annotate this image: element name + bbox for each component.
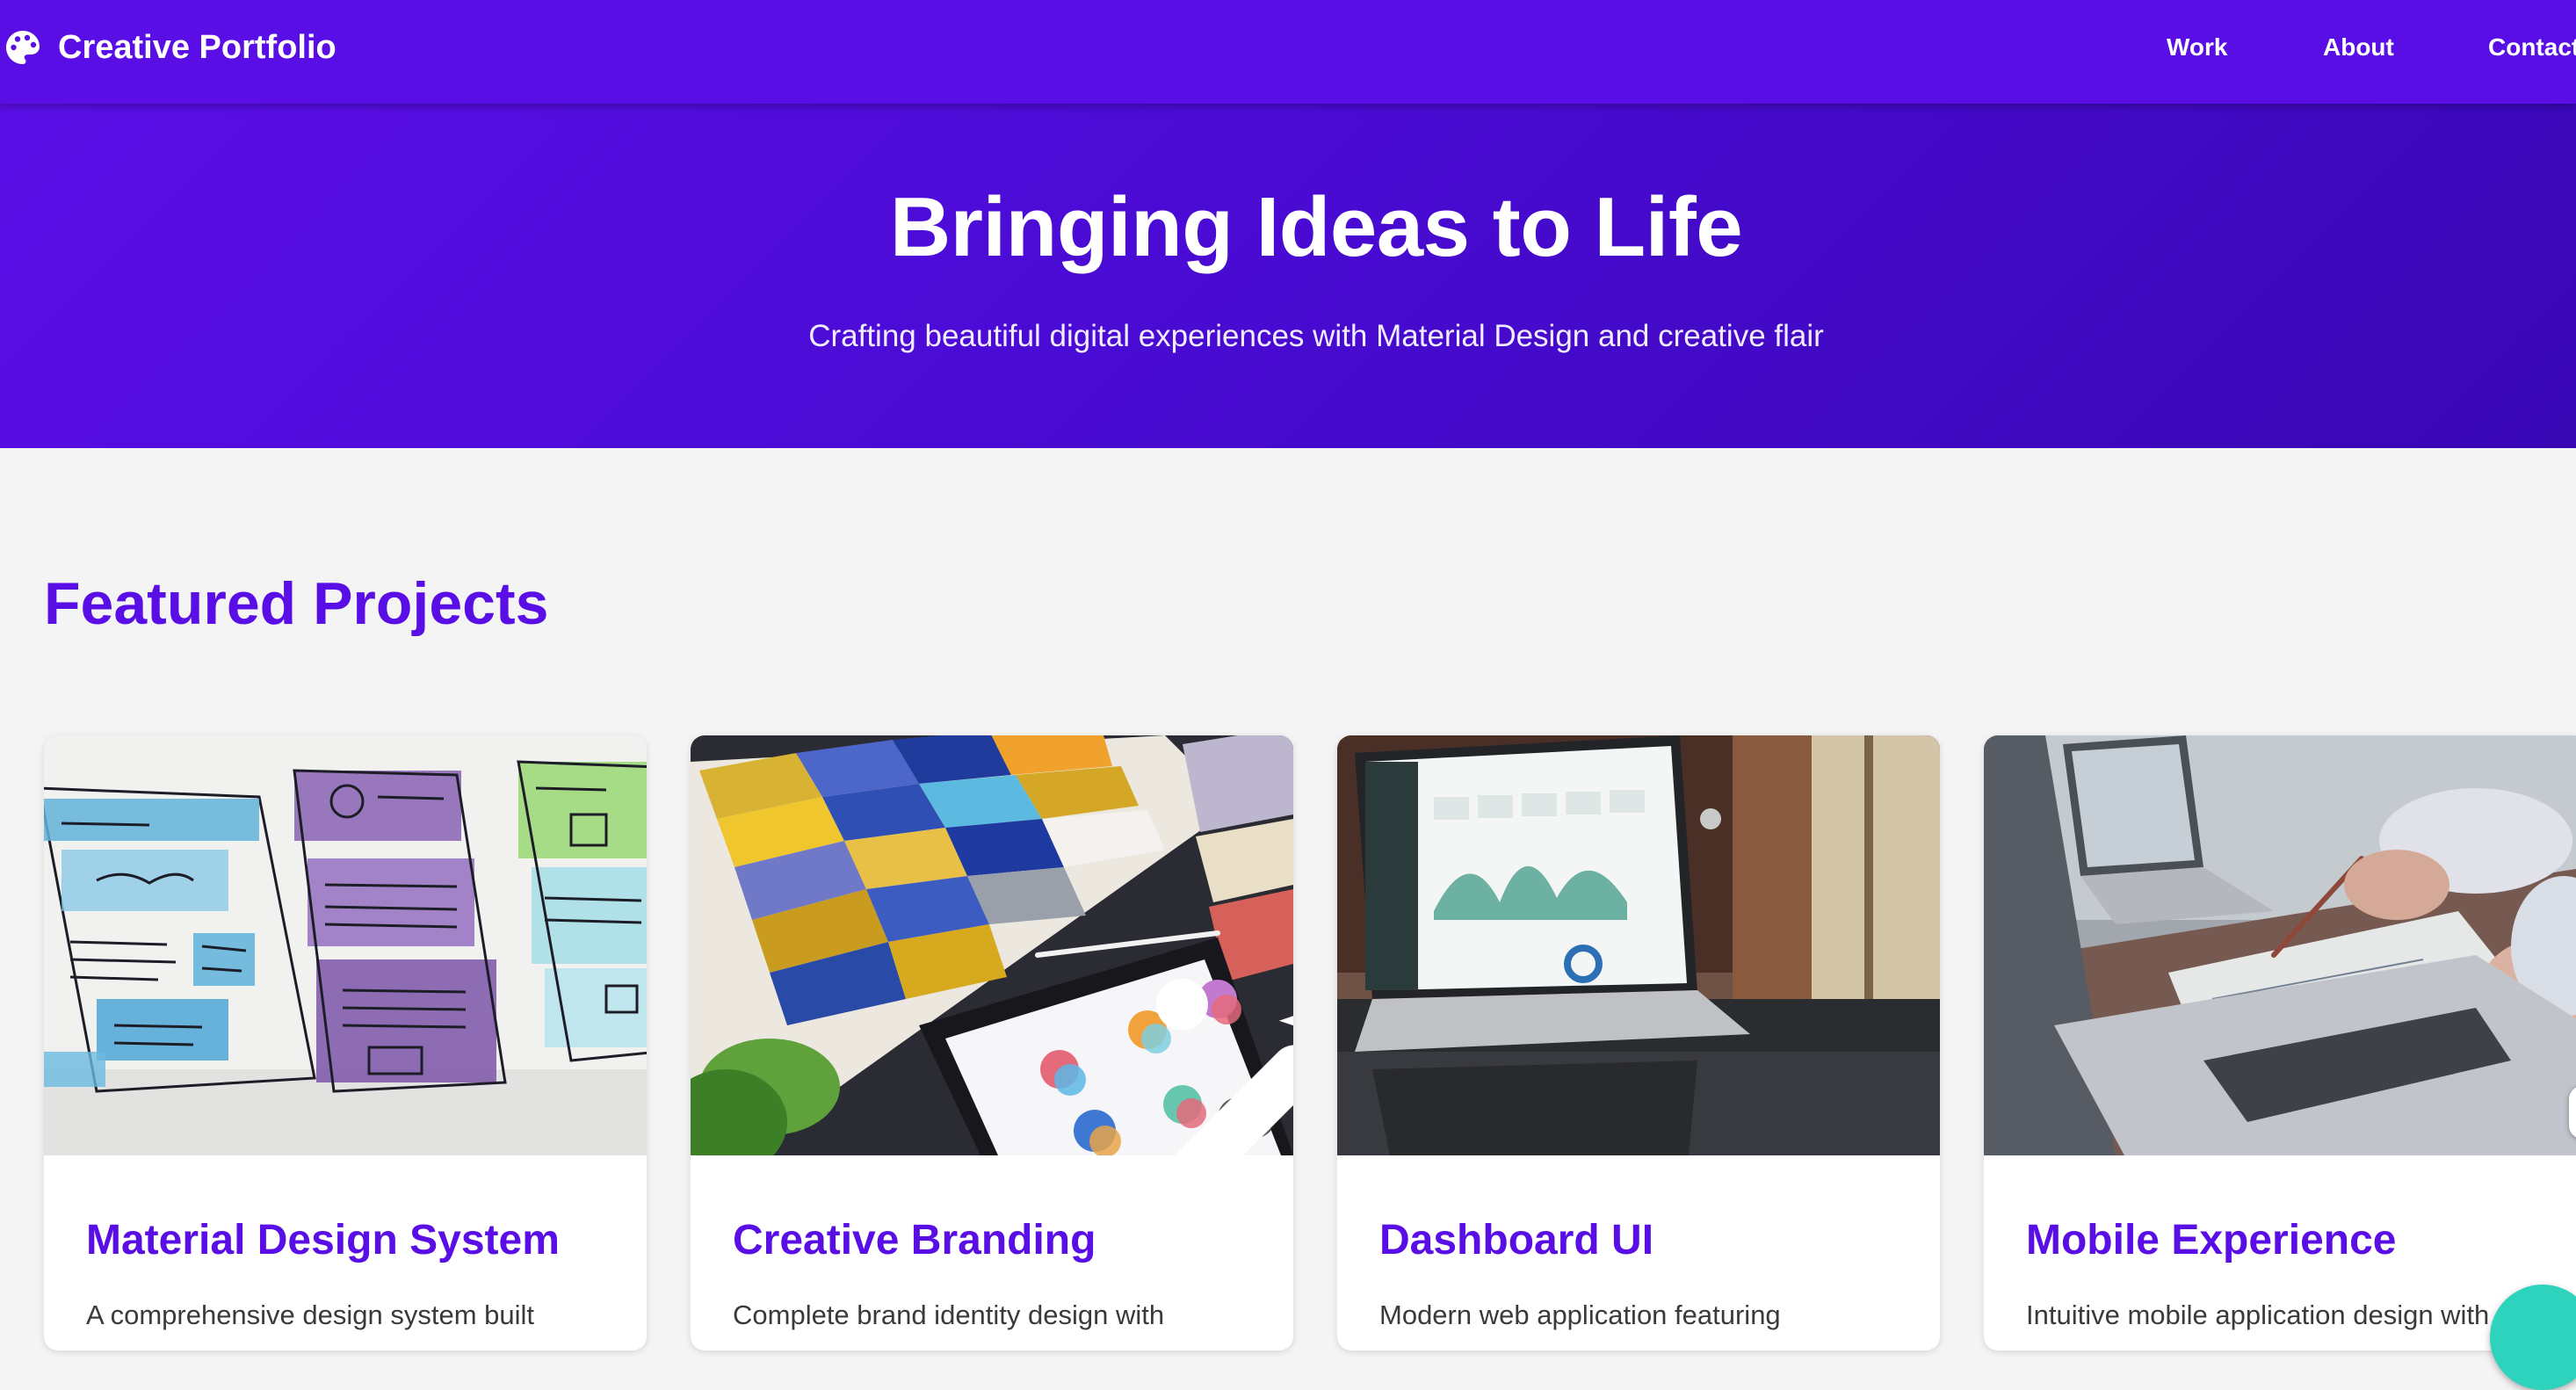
project-image [1984,735,2576,1155]
nav-work[interactable]: Work [2167,32,2228,63]
carousel-next-handle[interactable] [2569,1086,2576,1139]
project-image [1337,735,1940,1155]
project-card[interactable]: Mobile Experience Intuitive mobile appli… [1984,735,2576,1350]
project-image [691,735,1293,1155]
project-card[interactable]: Dashboard UI Modern web application feat… [1337,735,1940,1350]
nav-about[interactable]: About [2323,32,2394,63]
nav-contact[interactable]: Contact [2488,32,2576,63]
project-title: Mobile Experience [2026,1217,2397,1263]
hero-title: Bringing Ideas to Life [889,180,1743,274]
magic-wand-icon [945,908,1293,1155]
hero-subtitle: Crafting beautiful digital experiences w… [808,319,1824,353]
brand[interactable]: Creative Portfolio [4,27,336,68]
palette-icon [4,28,42,67]
brand-title: Creative Portfolio [58,29,336,66]
project-description: Complete brand identity design with [733,1300,1165,1330]
top-app-bar: Creative Portfolio Work About Contact [0,0,2576,104]
section-title: Featured Projects [44,570,549,637]
project-image [44,735,647,1155]
project-description: A comprehensive design system built [86,1300,535,1330]
project-card[interactable]: Creative Branding Complete brand identit… [691,735,1293,1350]
project-card[interactable]: Material Design System A comprehensive d… [44,735,647,1350]
project-title: Material Design System [86,1217,560,1263]
project-description: Intuitive mobile application design with [2026,1300,2490,1330]
project-description: Modern web application featuring [1379,1300,1781,1330]
project-title: Dashboard UI [1379,1217,1654,1263]
hero-banner: Bringing Ideas to Life Crafting beautifu… [0,104,2576,448]
edit-image-button[interactable] [1156,978,1293,1155]
project-title: Creative Branding [733,1217,1096,1263]
